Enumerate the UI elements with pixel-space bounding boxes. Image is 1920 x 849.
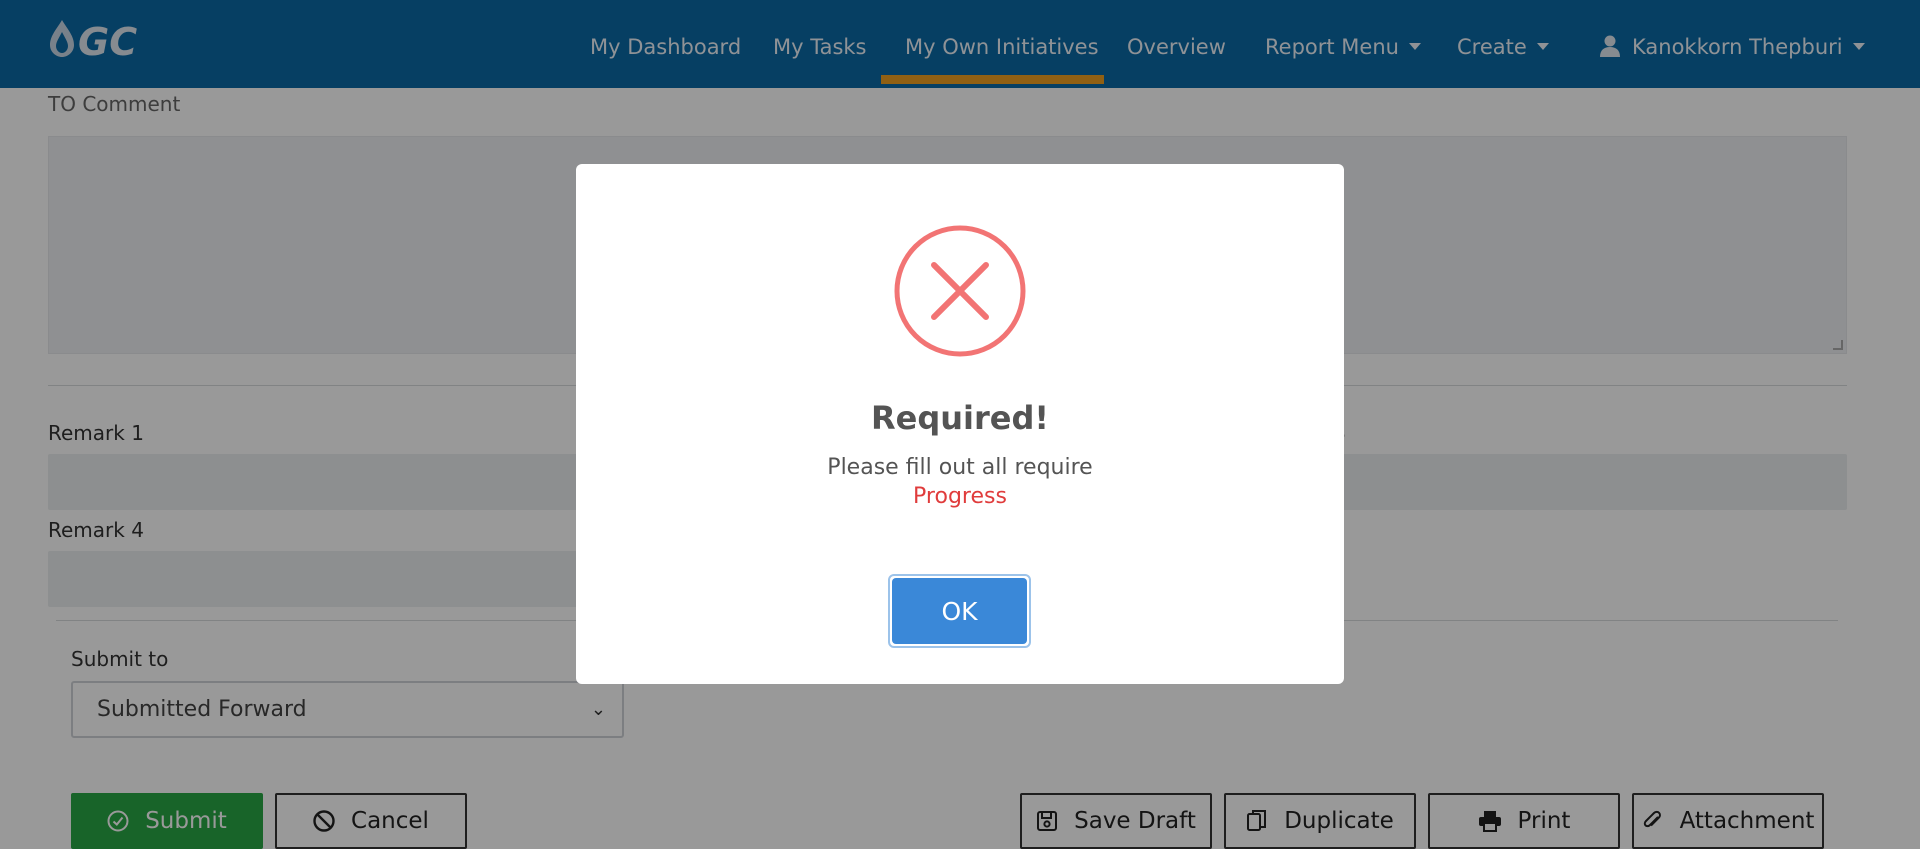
required-alert-dialog: Required! Please fill out all require Pr… [576, 164, 1344, 684]
missing-field-name: Progress [913, 484, 1007, 509]
dialog-title: Required! [871, 399, 1049, 437]
error-x-icon [894, 225, 1026, 357]
ok-label: OK [892, 578, 1027, 644]
dialog-message-text: Please fill out all require [827, 455, 1093, 480]
ok-button[interactable]: OK [888, 574, 1031, 648]
dialog-message: Please fill out all require Progress [576, 453, 1344, 511]
